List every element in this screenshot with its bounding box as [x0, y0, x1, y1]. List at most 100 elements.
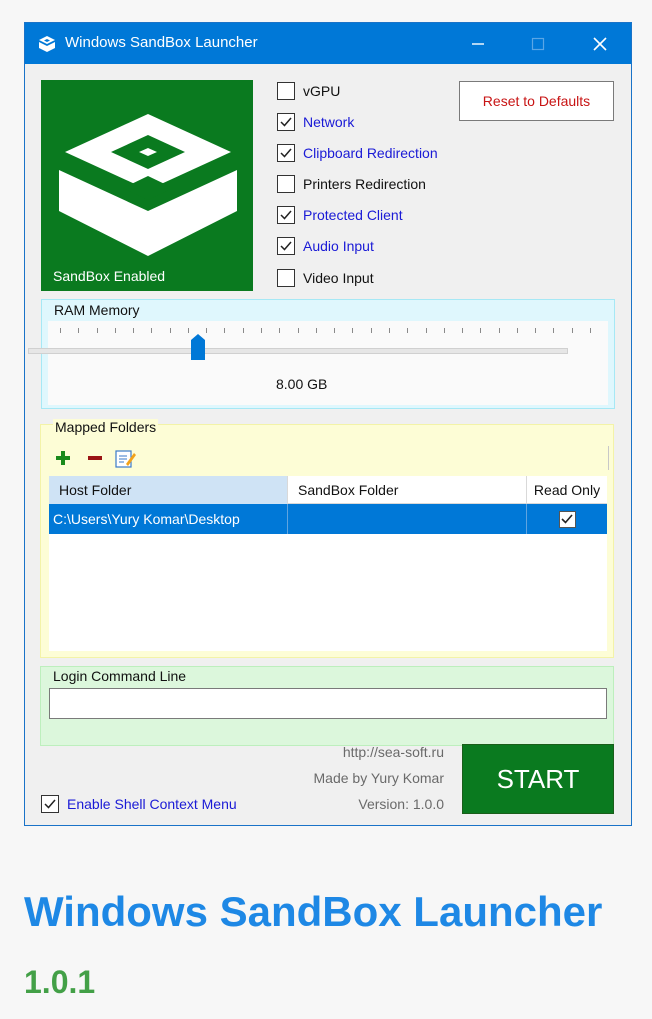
author-label: Made by Yury Komar — [313, 770, 444, 786]
slider-tick — [388, 328, 390, 333]
checkmark-icon — [561, 514, 573, 524]
slider-tick — [96, 328, 98, 333]
remove-icon[interactable] — [86, 449, 104, 467]
slider-tick — [498, 328, 500, 333]
vgpu-checkbox[interactable] — [277, 82, 295, 100]
slider-tick — [206, 328, 208, 333]
checkmark-icon — [280, 148, 292, 158]
column-read-only[interactable]: Read Only — [527, 482, 607, 498]
column-sandbox-folder[interactable]: SandBox Folder — [288, 482, 526, 498]
sandbox-logo-tile: SandBox Enabled — [41, 80, 253, 291]
option-label: Protected Client — [303, 207, 403, 223]
option-protected-client[interactable]: Protected Client — [277, 205, 403, 225]
slider-tick — [590, 328, 591, 333]
slider-tick — [279, 328, 281, 333]
ram-slider-track[interactable] — [28, 348, 568, 354]
maximize-icon — [531, 37, 545, 50]
option-label: Video Input — [303, 270, 374, 286]
slider-tick — [334, 328, 336, 333]
table-row[interactable]: C:\Users\Yury Komar\Desktop — [49, 504, 607, 534]
sandbox-status-label: SandBox Enabled — [53, 268, 166, 284]
login-command-title: Login Command Line — [53, 668, 187, 684]
slider-tick — [224, 328, 226, 333]
ram-slider-thumb[interactable] — [190, 334, 205, 360]
shell-context-menu-checkbox[interactable] — [41, 795, 59, 813]
slider-tick — [407, 328, 409, 333]
column-host-folder[interactable]: Host Folder — [49, 475, 287, 504]
mapped-folders-title: Mapped Folders — [53, 419, 159, 435]
printers-checkbox[interactable] — [277, 175, 295, 193]
slider-tick — [151, 328, 153, 333]
slider-tick — [315, 328, 317, 333]
slider-tick — [535, 328, 537, 333]
window-title: Windows SandBox Launcher — [65, 34, 258, 51]
slider-tick — [516, 328, 518, 333]
ram-slider-panel — [48, 321, 608, 405]
checkmark-icon — [44, 799, 56, 809]
slider-tick — [297, 328, 299, 333]
reset-defaults-button[interactable]: Reset to Defaults — [459, 81, 614, 121]
slider-tick — [480, 328, 482, 333]
ram-memory-group: RAM Memory — [41, 299, 615, 409]
slider-tick — [553, 328, 555, 333]
slider-tick — [242, 328, 244, 333]
add-icon[interactable] — [54, 449, 72, 467]
slider-tick — [60, 328, 61, 333]
host-folder-cell[interactable]: C:\Users\Yury Komar\Desktop — [49, 511, 287, 527]
sandbox-logo-icon — [59, 114, 237, 256]
option-label: vGPU — [303, 83, 341, 99]
slider-tick — [425, 328, 427, 333]
option-audio-input[interactable]: Audio Input — [277, 236, 374, 256]
close-button[interactable] — [577, 23, 623, 64]
protected-client-checkbox[interactable] — [277, 206, 295, 224]
shell-context-menu-label: Enable Shell Context Menu — [67, 796, 237, 812]
option-vgpu[interactable]: vGPU — [277, 81, 340, 101]
close-icon — [593, 36, 607, 51]
option-network[interactable]: Network — [277, 112, 354, 132]
option-printers-redirection[interactable]: Printers Redirection — [277, 174, 426, 194]
checkmark-icon — [280, 210, 292, 220]
version-label: Version: 1.0.0 — [358, 796, 444, 812]
page-title: Windows SandBox Launcher — [24, 888, 603, 935]
slider-tick — [187, 328, 189, 333]
option-label: Clipboard Redirection — [303, 145, 438, 161]
page-version: 1.0.1 — [24, 964, 96, 1000]
start-button[interactable]: START — [462, 744, 614, 814]
minimize-button[interactable] — [455, 23, 501, 64]
option-label: Network — [303, 114, 355, 130]
slider-tick — [261, 328, 263, 333]
slider-tick — [114, 328, 116, 333]
login-command-input[interactable] — [49, 688, 607, 719]
ram-value-label: 8.00 GB — [276, 376, 328, 392]
slider-tick — [169, 328, 171, 333]
edit-icon[interactable] — [114, 447, 136, 469]
ram-group-title: RAM Memory — [54, 302, 140, 318]
website-link[interactable]: http://sea-soft.ru — [343, 744, 444, 760]
shell-context-menu-option[interactable]: Enable Shell Context Menu — [41, 795, 237, 813]
option-label: Audio Input — [303, 238, 374, 254]
network-checkbox[interactable] — [277, 113, 295, 131]
folders-table-header: Host Folder SandBox Folder Read Only — [49, 475, 607, 504]
slider-tick — [78, 328, 80, 333]
title-bar[interactable]: Windows SandBox Launcher — [25, 23, 631, 64]
read-only-checkbox[interactable] — [558, 510, 576, 528]
maximize-button[interactable] — [515, 23, 561, 64]
checkmark-icon — [280, 117, 292, 127]
mapped-folders-toolbar — [52, 446, 609, 470]
option-video-input[interactable]: Video Input — [277, 268, 374, 288]
audio-input-checkbox[interactable] — [277, 237, 295, 255]
slider-tick — [133, 328, 135, 333]
checkmark-icon — [280, 241, 292, 251]
slider-tick — [370, 328, 372, 333]
clipboard-checkbox[interactable] — [277, 144, 295, 162]
slider-tick — [571, 328, 573, 333]
video-input-checkbox[interactable] — [277, 269, 295, 287]
slider-tick — [443, 328, 445, 333]
app-icon — [39, 36, 55, 52]
option-label: Printers Redirection — [303, 176, 426, 192]
minimize-icon — [472, 42, 484, 45]
option-clipboard-redirection[interactable]: Clipboard Redirection — [277, 143, 438, 163]
read-only-cell[interactable] — [527, 510, 607, 528]
slider-tick — [352, 328, 354, 333]
slider-tick — [462, 328, 464, 333]
